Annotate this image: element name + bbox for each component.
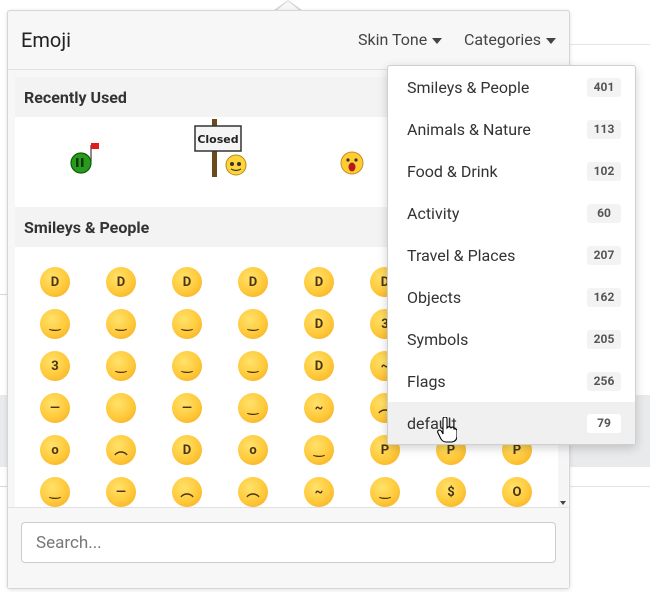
menu-item-label: Symbols xyxy=(407,330,469,349)
count-badge: 60 xyxy=(587,204,621,223)
menu-item-label: Activity xyxy=(407,204,460,223)
menu-item-label: Animals & Nature xyxy=(407,120,531,139)
slight-smile-face-emoji[interactable]: ‿ xyxy=(172,351,202,381)
screaming-face-emoji[interactable] xyxy=(339,150,365,180)
menu-item-animals-nature[interactable]: Animals & Nature 113 xyxy=(388,108,635,150)
count-badge: 256 xyxy=(587,372,621,391)
count-badge: 79 xyxy=(587,414,621,433)
menu-item-symbols[interactable]: Symbols 205 xyxy=(388,318,635,360)
menu-item-food-drink[interactable]: Food & Drink 102 xyxy=(388,150,635,192)
drool-face-emoji[interactable]: ‿ xyxy=(40,477,70,507)
closed-sign-emoji[interactable]: Closed xyxy=(190,119,252,183)
closed-sign-text: Closed xyxy=(197,133,238,146)
sunglasses-face-emoji[interactable]: ‿ xyxy=(238,309,268,339)
caret-down-icon xyxy=(432,37,443,44)
smirk-face-emoji[interactable]: ‿ xyxy=(238,393,268,423)
smile-face-emoji[interactable]: D xyxy=(304,267,334,297)
green-alien-flag-emoji[interactable] xyxy=(65,139,105,181)
money-mouth-face-emoji[interactable]: $ xyxy=(436,477,466,507)
sleepy-face-emoji[interactable]: ︵ xyxy=(106,435,136,465)
hand-cursor-icon xyxy=(437,417,457,443)
count-badge: 113 xyxy=(587,120,621,139)
eye-roll-face-emoji[interactable]: — xyxy=(172,393,202,423)
skin-tone-label: Skin Tone xyxy=(358,30,428,49)
grin-face-emoji[interactable]: D xyxy=(40,267,70,297)
picker-title: Emoji xyxy=(21,28,71,52)
rofl-face-emoji[interactable]: D xyxy=(238,267,268,297)
persevere-face-emoji[interactable]: ~ xyxy=(304,393,334,423)
sweat-face-emoji[interactable]: ︵ xyxy=(172,477,202,507)
beam-face-emoji[interactable]: D xyxy=(106,267,136,297)
menu-item-label: Food & Drink xyxy=(407,162,498,181)
upside-down-face-emoji[interactable]: ‿ xyxy=(370,477,400,507)
kissing-face-emoji[interactable]: 3 xyxy=(40,351,70,381)
confused-face-emoji[interactable]: ~ xyxy=(304,477,334,507)
menu-item-activity[interactable]: Activity 60 xyxy=(388,192,635,234)
categories-menu: Smileys & People 401 Animals & Nature 11… xyxy=(387,65,636,445)
search-input[interactable] xyxy=(21,522,556,563)
count-badge: 207 xyxy=(587,246,621,265)
divider xyxy=(570,486,650,487)
unamused-face-emoji[interactable]: — xyxy=(106,477,136,507)
count-badge: 401 xyxy=(587,78,621,97)
tired-face-emoji[interactable]: D xyxy=(172,435,202,465)
expressionless-face-emoji[interactable]: — xyxy=(40,393,70,423)
wink-face-emoji[interactable]: ‿ xyxy=(40,309,70,339)
pensive-face-emoji[interactable]: ︵ xyxy=(238,477,268,507)
no-mouth-face-emoji[interactable] xyxy=(106,393,136,423)
skin-tone-dropdown[interactable]: Skin Tone xyxy=(358,30,443,49)
categories-label: Categories xyxy=(464,30,541,49)
heart-eyes-face-emoji[interactable]: D xyxy=(304,309,334,339)
menu-item-smileys-people[interactable]: Smileys & People 401 xyxy=(388,66,635,108)
menu-item-label: Objects xyxy=(407,288,462,307)
yum-face-emoji[interactable]: ‿ xyxy=(172,309,202,339)
menu-item-travel-places[interactable]: Travel & Places 207 xyxy=(388,234,635,276)
menu-item-label: Flags xyxy=(407,372,446,391)
divider xyxy=(570,44,650,45)
relieved-face-emoji[interactable]: ‿ xyxy=(304,435,334,465)
menu-item-flags[interactable]: Flags 256 xyxy=(388,360,635,402)
hushed-face-emoji[interactable]: o xyxy=(40,435,70,465)
smiling-face-emoji[interactable]: ‿ xyxy=(106,351,136,381)
menu-item-default[interactable]: default 79 xyxy=(388,402,635,444)
caret-down-icon xyxy=(546,37,556,44)
joy-face-emoji[interactable]: D xyxy=(172,267,202,297)
blush-face-emoji[interactable]: ‿ xyxy=(106,309,136,339)
categories-dropdown[interactable]: Categories xyxy=(464,30,556,49)
count-badge: 205 xyxy=(587,330,621,349)
menu-item-label: Travel & Places xyxy=(407,246,516,265)
count-badge: 102 xyxy=(587,162,621,181)
menu-item-label: Smileys & People xyxy=(407,78,530,97)
star-struck-face-emoji[interactable]: D xyxy=(304,351,334,381)
picker-footer xyxy=(8,507,569,588)
sleeping-face-emoji[interactable]: o xyxy=(238,435,268,465)
picker-header: Emoji Skin Tone Categories xyxy=(8,11,569,70)
count-badge: 162 xyxy=(587,288,621,307)
astonished-face-emoji[interactable]: O xyxy=(502,477,532,507)
scroll-down-arrow-icon[interactable] xyxy=(560,501,566,505)
hug-face-emoji[interactable]: ‿ xyxy=(238,351,268,381)
menu-item-objects[interactable]: Objects 162 xyxy=(388,276,635,318)
